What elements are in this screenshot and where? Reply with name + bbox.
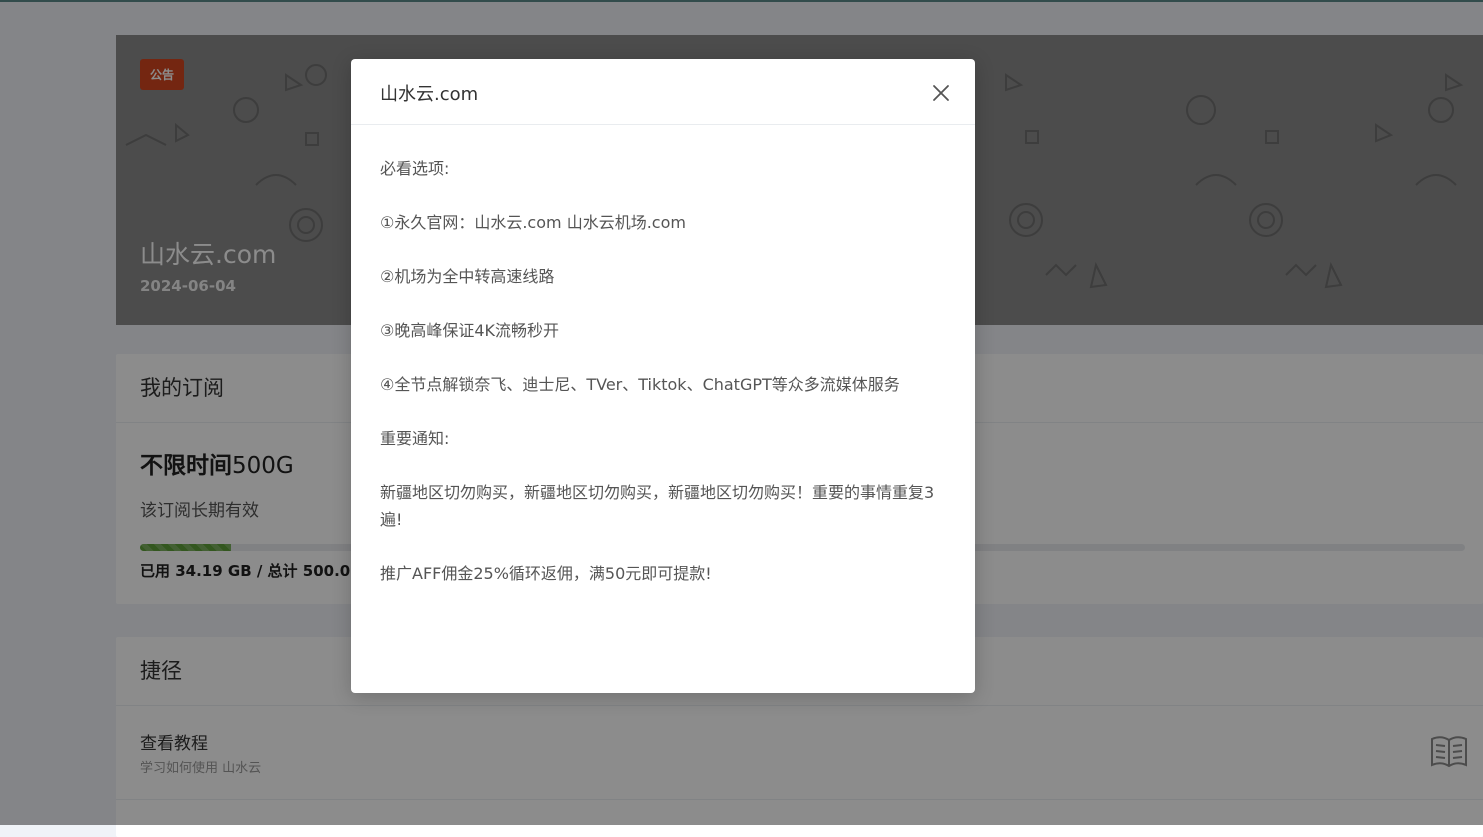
modal-header: 山水云.com	[351, 59, 975, 125]
modal-paragraph: 新疆地区切勿购买，新疆地区切勿购买，新疆地区切勿购买！重要的事情重复3遍!	[380, 483, 935, 529]
modal-paragraph: ②机场为全中转高速线路	[380, 267, 555, 286]
modal-paragraph: ④全节点解锁奈飞、迪士尼、TVer、Tiktok、ChatGPT等众多流媒体服务	[380, 375, 900, 394]
modal-body: 必看选项: ①永久官网：山水云.com 山水云机场.com ②机场为全中转高速线…	[351, 125, 975, 587]
modal-paragraph: 必看选项:	[380, 159, 450, 178]
modal-paragraph: ①永久官网：山水云.com 山水云机场.com	[380, 213, 686, 232]
close-icon[interactable]	[929, 81, 953, 105]
modal-paragraph: ③晚高峰保证4K流畅秒开	[380, 321, 560, 340]
modal-paragraph: 重要通知:	[380, 429, 450, 448]
announcement-modal: 山水云.com 必看选项: ①永久官网：山水云.com 山水云机场.com ②机…	[351, 59, 975, 693]
modal-paragraph: 推广AFF佣金25%循环返佣，满50元即可提款!	[380, 564, 712, 583]
modal-title: 山水云.com	[380, 84, 479, 105]
